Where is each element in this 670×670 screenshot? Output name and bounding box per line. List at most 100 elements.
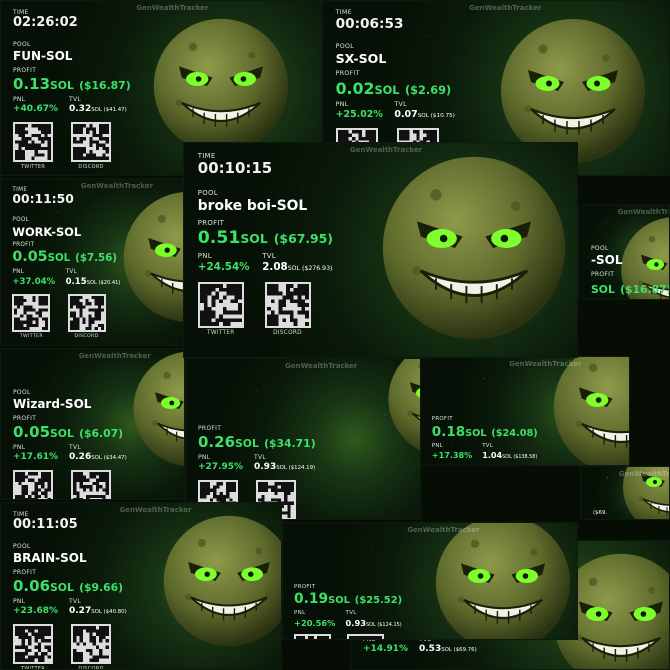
discord-caption: DISCORD [74, 333, 99, 339]
twitter-qr-code[interactable] [13, 470, 53, 499]
pnl-label: PNL [13, 598, 26, 605]
watermark: GenWealthTracker [349, 146, 423, 154]
pool-name: -SOL [591, 253, 623, 267]
grinning-moon-icon [151, 16, 291, 160]
profit-value: 0.05SOL ($7.56) [12, 249, 117, 266]
profit-value: 0.13SOL ($16.87) [13, 75, 131, 93]
discord-caption: DISCORD [78, 666, 104, 670]
tvl-label: TVL [345, 610, 357, 617]
discord-qr-code[interactable] [71, 624, 111, 664]
tvl-label: TVL [394, 100, 407, 108]
watermark: GenWealthTracker [469, 4, 542, 12]
pnl-label: PNL [335, 100, 349, 108]
profit-value: 0.51SOL ($67.95) [197, 228, 333, 249]
watermark: GenWealthTracker [618, 470, 670, 478]
discord-qr-code[interactable] [264, 282, 311, 329]
pool-label: POOL [197, 189, 218, 197]
watermark: GenWealthTracker [80, 182, 153, 190]
profit-value: 0.05SOL ($6.07) [13, 423, 124, 441]
pnl-label: PNL [431, 442, 443, 449]
profit-value: 0.26SOL ($34.71) [198, 433, 316, 451]
pool-label: POOL [335, 43, 355, 50]
tvl-value: 0.53SOL ($69.76) [419, 644, 477, 654]
profit-label: PROFIT [197, 218, 225, 227]
discord-qr-code[interactable] [71, 122, 111, 162]
profit-label: PROFIT [13, 67, 37, 74]
pnl-value: +37.04% [12, 276, 56, 287]
pnl-label: PNL [197, 252, 212, 261]
twitter-qr-code[interactable] [294, 634, 331, 639]
pool-name: WORK-SOL [12, 224, 82, 239]
grinning-moon-icon [161, 513, 281, 653]
watermark: GenWealthTracker [136, 4, 209, 12]
discord-qr-code[interactable] [347, 634, 385, 639]
pnl-value: +14.91% [363, 644, 409, 654]
pool-card: GenWealthTracker PROFIT 0.18SOL ($24.08) PN… [420, 356, 630, 466]
twitter-qr-code[interactable] [13, 624, 53, 664]
grinning-moon-icon [386, 359, 420, 463]
tvl-label: TVL [254, 454, 267, 461]
profit-label: PROFIT [591, 271, 615, 278]
tvl-value: 1.04SOL ($138.58) [482, 449, 538, 460]
tvl-value: 0.26SOL ($34.47) [69, 452, 127, 462]
watermark: GenWealthTracker [78, 352, 151, 360]
profit-label: PROFIT [12, 241, 35, 248]
pool-name: BRAIN-SOL [13, 551, 87, 565]
tvl-label: TVL [65, 269, 78, 276]
tvl-value: 0.07SOL ($10.75) [394, 109, 455, 121]
pool-name: SX-SOL [335, 51, 387, 67]
tvl-value: 0.15SOL ($20.41) [65, 276, 121, 287]
twitter-qr-code[interactable] [12, 293, 51, 332]
profit-value: 0.19SOL ($25.52) [294, 591, 403, 608]
pool-card: GenWealthTracker POOL Wizard-SOL PROFIT 0.05… [0, 348, 185, 500]
grinning-moon-icon [379, 153, 569, 347]
pool-label: POOL [12, 217, 30, 223]
pnl-label: PNL [198, 454, 211, 461]
twitter-qr-code[interactable] [13, 122, 53, 162]
twitter-caption: TWITTER [207, 330, 235, 337]
tvl-value: ($69. [593, 510, 608, 516]
pool-name: Wizard-SOL [13, 397, 92, 411]
profit-label: PROFIT [294, 583, 316, 590]
profit-label: PROFIT [198, 425, 222, 432]
elapsed-time: 02:26:02 [13, 15, 78, 30]
pool-name: FUN-SOL [13, 49, 73, 63]
pnl-value: +17.61% [13, 452, 59, 462]
grinning-moon-icon [121, 189, 189, 329]
grinning-moon-icon [131, 349, 184, 473]
pnl-value: +24.54% [197, 261, 250, 274]
profit-value: 0.02SOL ($2.69) [335, 78, 452, 98]
twitter-caption: TWITTER [20, 666, 46, 670]
tvl-value: 0.93SOL ($124.15) [345, 617, 402, 628]
pnl-value: +20.56% [294, 617, 336, 628]
tvl-label: TVL [69, 598, 82, 605]
watermark: GenWealthTracker [285, 362, 358, 370]
pnl-value: +17.38% [431, 449, 473, 460]
pool-card: GenWealthTracker PROFIT 0.19SOL ($25.52) PN… [282, 522, 578, 640]
elapsed-time: 00:11:50 [12, 192, 74, 207]
tvl-value: 0.32SOL ($41.47) [69, 104, 127, 114]
tvl-label: TVL [482, 442, 494, 449]
pnl-value: +23.68% [13, 606, 59, 616]
tvl-value: 0.93SOL ($124.19) [254, 462, 316, 472]
twitter-caption: TWITTER [19, 333, 43, 339]
watermark: GenWealthTracker [509, 360, 582, 368]
twitter-caption: TWITTER [20, 164, 46, 170]
discord-qr-code[interactable] [67, 293, 106, 332]
twitter-qr-code[interactable] [197, 282, 244, 329]
pool-card: GenWealthTracker TIME 00:11:50 POOL WORK-SOL… [0, 178, 190, 346]
watermark: GenWealthTracker [617, 208, 669, 216]
tvl-label: TVL [69, 444, 82, 451]
profit-label: PROFIT [13, 569, 37, 576]
pool-label: POOL [591, 245, 609, 252]
discord-caption: DISCORD [273, 330, 302, 337]
pool-name: broke boi-SOL [197, 198, 308, 215]
discord-qr-code[interactable] [71, 470, 111, 499]
discord-caption: DISCORD [78, 164, 104, 170]
tvl-label: TVL [262, 252, 276, 261]
pool-card: GenWealthTracker TIME 00:11:05 POOL BRAIN-SO… [0, 502, 282, 670]
tvl-value: 0.27SOL ($40.80) [69, 606, 127, 616]
elapsed-time: 00:11:05 [13, 517, 78, 532]
grinning-moon-icon [433, 523, 573, 639]
pnl-label: PNL [294, 610, 306, 617]
